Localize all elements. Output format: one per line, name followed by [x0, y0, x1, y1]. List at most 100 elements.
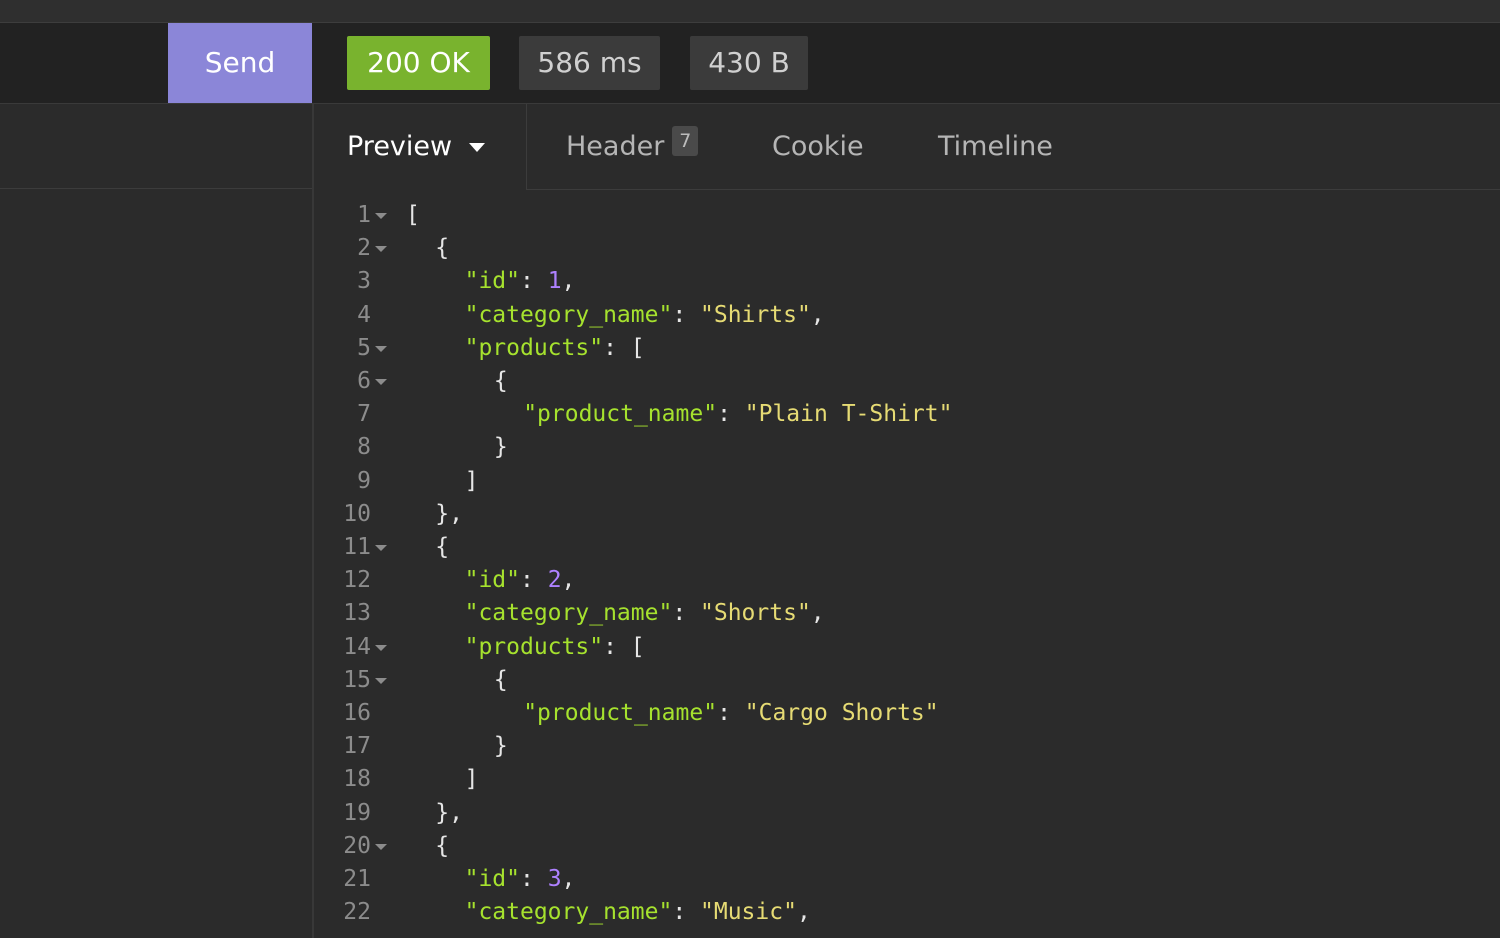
fold-arrow-icon[interactable]	[375, 213, 387, 219]
code-line: 18]	[314, 763, 1500, 796]
line-number: 2	[357, 235, 371, 262]
status-badge: 200 OK	[347, 36, 490, 90]
response-panel: Send 200 OK 586 ms 430 B Preview Header 7…	[0, 0, 1500, 938]
fold-arrow-icon[interactable]	[375, 677, 387, 684]
code-text: "category_name": "Shirts",	[465, 299, 825, 332]
code-text: "id": 2,	[465, 564, 576, 597]
code-token-num: 2	[547, 567, 562, 594]
tab-timeline[interactable]: Timeline	[938, 104, 1053, 189]
code-token-str: "Shirts"	[700, 301, 811, 328]
code-token-num: 1	[547, 268, 562, 295]
code-text: [	[406, 199, 420, 232]
code-token-key: "id"	[464, 866, 520, 892]
fold-arrow-icon[interactable]	[375, 644, 387, 651]
code-line: 22 "category_name": "Music",	[314, 896, 1500, 929]
fold-arrow-icon[interactable]	[375, 545, 387, 551]
code-text: {	[435, 830, 449, 863]
code-line: 12 "id": 2,	[314, 564, 1500, 597]
fold-arrow-icon[interactable]	[375, 843, 387, 850]
code-token-punc: :	[717, 700, 745, 726]
code-token-punc: ]	[464, 766, 479, 793]
code-token-punc: ,	[561, 866, 576, 892]
send-button[interactable]: Send	[168, 23, 312, 103]
tab-timeline-label: Timeline	[938, 131, 1053, 162]
code-text: }	[494, 730, 508, 763]
code-text: }	[494, 431, 508, 464]
line-number: 11	[343, 534, 371, 560]
line-number: 6	[357, 368, 371, 394]
code-token-punc: {	[435, 235, 450, 262]
code-line: 15 {	[314, 664, 1500, 697]
code-token-punc: :	[519, 268, 548, 295]
code-token-punc: :	[672, 301, 701, 328]
line-number: 14	[343, 633, 371, 660]
code-token-punc: ,	[561, 567, 576, 594]
code-token-key: "product_name"	[523, 401, 718, 428]
tab-preview-label: Preview	[347, 131, 453, 162]
line-number: 13	[343, 600, 371, 627]
line-number: 22	[343, 899, 371, 926]
fold-arrow-icon[interactable]	[375, 379, 387, 385]
code-line: 17}	[314, 730, 1500, 763]
code-token-key: "category_name"	[464, 600, 673, 627]
code-token-punc: {	[435, 832, 450, 859]
line-number: 10	[343, 500, 371, 527]
code-token-punc: ,	[561, 268, 576, 295]
code-token-key: "category_name"	[464, 301, 673, 328]
code-text: "category_name": "Shorts",	[465, 597, 825, 630]
code-line: 11 {	[314, 531, 1500, 564]
code-token-str: "Cargo Shorts"	[744, 700, 939, 726]
tab-header[interactable]: Header 7	[566, 104, 699, 189]
code-token-str: "Music"	[700, 899, 797, 926]
code-line: 20 {	[314, 830, 1500, 863]
code-token-key: "product_name"	[523, 700, 718, 726]
code-line: 10},	[314, 498, 1500, 531]
code-token-key: "products"	[464, 633, 604, 660]
request-pane-divider	[0, 188, 312, 189]
code-line: 14 "products": [	[314, 631, 1500, 664]
code-line: 5 "products": [	[314, 332, 1500, 365]
response-body-viewer[interactable]: 1[2{3 "id": 1, 4 "category_name": "Shirts",…	[314, 190, 1500, 938]
line-number: 5	[357, 334, 371, 361]
code-token-punc: : [	[603, 334, 645, 361]
line-number: 17	[343, 733, 371, 760]
line-number: 9	[357, 467, 371, 494]
line-number: 15	[343, 666, 371, 693]
fold-arrow-icon[interactable]	[375, 246, 387, 253]
tab-cookie[interactable]: Cookie	[772, 104, 864, 189]
code-token-punc: ]	[464, 467, 479, 494]
code-text: ]	[465, 465, 479, 498]
response-size-badge: 430 B	[690, 36, 808, 90]
code-text: "id": 1,	[465, 265, 576, 298]
code-line: 7 "product_name": "Plain T-Shirt"	[314, 398, 1500, 431]
code-line: 19},	[314, 797, 1500, 830]
response-time-badge: 586 ms	[519, 36, 660, 90]
code-text: "products": [	[465, 332, 645, 365]
fold-arrow-icon[interactable]	[375, 345, 387, 352]
request-pane	[0, 104, 314, 938]
code-token-num: 3	[547, 866, 562, 892]
code-text: "product_name": "Plain T-Shirt"	[523, 398, 952, 431]
response-header-bar: Send 200 OK 586 ms 430 B	[0, 23, 1500, 104]
line-number: 8	[357, 434, 371, 461]
line-number: 12	[343, 567, 371, 594]
code-token-punc: : [	[603, 633, 645, 660]
code-text: "id": 3,	[465, 863, 576, 896]
line-number: 16	[343, 700, 371, 726]
tab-preview[interactable]: Preview	[314, 104, 527, 190]
code-line: 16 "product_name": "Cargo Shorts"	[314, 697, 1500, 730]
line-number: 19	[343, 799, 371, 826]
code-line: 6{	[314, 365, 1500, 398]
code-token-punc: }	[493, 434, 508, 461]
code-line: 2{	[314, 232, 1500, 265]
code-line: 21 "id": 3,	[314, 863, 1500, 896]
caret-down-icon[interactable]	[469, 143, 485, 152]
line-number: 18	[343, 766, 371, 793]
line-number: 21	[343, 866, 371, 892]
code-token-punc: },	[435, 799, 463, 826]
code-token-punc: {	[493, 666, 508, 693]
code-token-punc: ,	[810, 301, 825, 328]
response-tab-bar: Preview Header 7 Cookie Timeline	[314, 104, 1500, 190]
code-text: {	[435, 531, 449, 564]
code-text: {	[435, 232, 449, 265]
